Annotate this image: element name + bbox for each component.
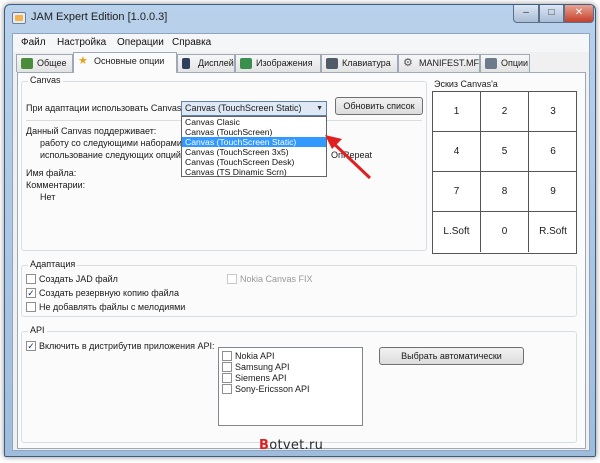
nokia-api-checkbox[interactable]: [222, 351, 232, 361]
watermark-text: otvet.ru: [269, 438, 324, 453]
tab-display[interactable]: Дисплей: [177, 54, 235, 72]
tab-label: Дисплей: [198, 58, 234, 68]
backup-checkbox[interactable]: ✓: [26, 288, 36, 298]
menu-operations[interactable]: Операции: [117, 37, 164, 48]
close-button[interactable]: ✕: [564, 5, 594, 23]
auto-select-button[interactable]: Выбрать автоматически: [379, 347, 524, 365]
no-melodies-label: Не добавлять файлы с мелодиями: [39, 302, 186, 312]
phone-icon: [182, 58, 190, 69]
key-right-soft: R.Soft: [539, 226, 567, 237]
include-api-checkbox[interactable]: ✓: [26, 341, 36, 351]
menu-settings[interactable]: Настройка: [57, 37, 106, 48]
window-title: JAM Expert Edition [1.0.0.3]: [31, 11, 168, 23]
tab-main-options[interactable]: ★ Основные опции: [73, 52, 177, 73]
tab-general[interactable]: Общее: [16, 54, 73, 72]
tab-label: Общее: [37, 58, 67, 68]
title-bar[interactable]: JAM Expert Edition [1.0.0.3] – □ ✕: [5, 5, 595, 31]
no-melodies-checkbox[interactable]: [26, 302, 36, 312]
siemens-api-label: Siemens API: [235, 373, 287, 383]
api-group-title: API: [28, 325, 47, 335]
watermark-initial: B: [259, 438, 270, 453]
siemens-api-checkbox[interactable]: [222, 373, 232, 383]
samsung-api-checkbox[interactable]: [222, 362, 232, 372]
sony-ericsson-api-label: Sony-Ericsson API: [235, 384, 310, 394]
key-0: 0: [481, 212, 529, 252]
client-area: Файл Настройка Операции Справка Общее ★ …: [12, 33, 590, 451]
create-jad-checkbox[interactable]: [26, 274, 36, 284]
create-jad-label: Создать JAD файл: [39, 274, 118, 284]
gear-icon: ⚙: [403, 57, 413, 69]
tab-manifest[interactable]: ⚙ MANIFEST.MF: [398, 54, 480, 72]
tab-label: Опции: [501, 58, 529, 68]
comments-value: Нет: [40, 192, 56, 202]
keyboard-icon: [326, 58, 338, 69]
menu-file[interactable]: Файл: [21, 37, 46, 48]
backup-label: Создать резервную копию файла: [39, 288, 179, 298]
include-api-label: Включить в дистрибутив приложения API:: [39, 341, 215, 351]
menu-bar: Файл Настройка Операции Справка: [13, 34, 589, 52]
maximize-button[interactable]: □: [539, 5, 564, 23]
api-list: Nokia API Samsung API Siemens API Sony-E…: [218, 347, 363, 426]
watermark: Botvet.ru: [259, 438, 323, 453]
red-arrow-annotation: [325, 135, 372, 180]
tab-strip: Общее ★ Основные опции Дисплей Изображен…: [13, 52, 589, 73]
tab-keyboard[interactable]: Клавиатура: [321, 54, 398, 72]
tab-label: Изображения: [256, 58, 313, 68]
tab-label: MANIFEST.MF: [419, 58, 479, 68]
tab-label: Клавиатура: [342, 58, 391, 68]
minimize-button[interactable]: –: [513, 5, 539, 23]
image-icon: [240, 58, 252, 69]
samsung-api-label: Samsung API: [235, 362, 290, 372]
adaptation-group: Адаптация Создать JAD файл ✓ Создать рез…: [21, 259, 577, 317]
tab-images[interactable]: Изображения: [235, 54, 321, 72]
star-icon: ★: [78, 55, 88, 67]
app-icon: [12, 12, 26, 24]
app-window: JAM Expert Edition [1.0.0.3] – □ ✕ Файл …: [4, 4, 596, 457]
options-icon: [485, 58, 497, 69]
tab-panel: Canvas При адаптации использовать Canvas…: [17, 72, 586, 449]
nokia-api-label: Nokia API: [235, 351, 275, 361]
tab-label: Основные опции: [94, 56, 165, 66]
nokia-fix-checkbox: [227, 274, 237, 284]
api-group: API ✓ Включить в дистрибутив приложения …: [21, 325, 577, 443]
nokia-fix-label: Nokia Canvas FIX: [240, 274, 313, 284]
sony-ericsson-api-checkbox[interactable]: [222, 384, 232, 394]
adaptation-group-title: Адаптация: [28, 259, 78, 269]
key-left-soft: L.Soft: [433, 212, 481, 252]
tab-options[interactable]: Опции: [480, 54, 530, 72]
menu-help[interactable]: Справка: [172, 37, 211, 48]
folder-icon: [21, 58, 33, 69]
